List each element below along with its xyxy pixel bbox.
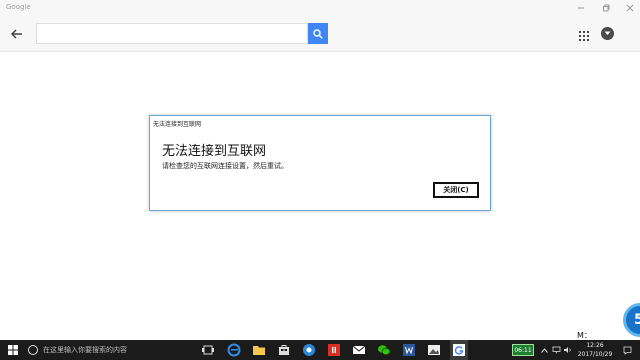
tray-volume[interactable] xyxy=(562,340,572,360)
wechat-icon xyxy=(378,345,391,356)
minimize-button[interactable] xyxy=(568,0,594,16)
dialog-message: 请检查您的互联网连接设置，然后重试。 xyxy=(162,162,288,170)
taskbar-edge[interactable] xyxy=(226,340,242,360)
app-red-icon xyxy=(328,344,340,356)
network-icon xyxy=(552,346,560,354)
taskbar-file-explorer[interactable] xyxy=(251,340,267,360)
apps-grid-icon xyxy=(579,31,589,41)
window-title: Google xyxy=(6,3,31,11)
taskbar-google-app[interactable] xyxy=(450,340,468,360)
taskbar-word[interactable] xyxy=(401,340,417,360)
photos-icon xyxy=(428,345,440,355)
app-circle-icon xyxy=(303,344,315,356)
tray-network[interactable] xyxy=(551,340,561,360)
start-button[interactable] xyxy=(6,340,20,360)
taskbar-store[interactable] xyxy=(276,340,292,360)
dialog-heading: 无法连接到互联网 xyxy=(162,144,267,159)
windows-logo-icon xyxy=(8,345,18,355)
floating-badge[interactable]: 5 xyxy=(623,303,640,337)
close-icon xyxy=(626,4,634,12)
tray-overflow-button[interactable] xyxy=(539,340,549,360)
close-dialog-button[interactable]: 关闭(C) xyxy=(433,182,479,198)
taskbar-photos[interactable] xyxy=(426,340,442,360)
chevron-up-icon xyxy=(540,347,548,353)
taskbar-search[interactable]: 在这里输入你要搜索的内容 xyxy=(22,340,192,360)
store-bag-icon xyxy=(279,345,289,355)
task-view-icon xyxy=(202,345,214,355)
search-input[interactable] xyxy=(36,23,308,44)
no-internet-dialog: 无法连接到互联网 无法连接到互联网 请检查您的互联网连接设置，然后重试。 关闭(… xyxy=(149,115,491,211)
taskbar: 在这里输入你要搜索的内容 06:11 12:26 2017/10/29 xyxy=(0,340,640,360)
action-center-button[interactable] xyxy=(620,340,634,360)
folder-icon xyxy=(253,346,265,355)
taskbar-mail[interactable] xyxy=(351,340,367,360)
taskbar-search-placeholder: 在这里输入你要搜索的内容 xyxy=(43,346,127,354)
title-bar: Google xyxy=(0,0,640,16)
dialog-title: 无法连接到互联网 xyxy=(153,121,202,128)
google-g-icon xyxy=(453,344,465,356)
word-icon xyxy=(403,344,415,356)
taskbar-app-red[interactable] xyxy=(326,340,342,360)
search-icon xyxy=(313,28,323,39)
restore-icon xyxy=(603,4,610,12)
clock-date: 2017/10/29 xyxy=(577,351,613,358)
task-view-button[interactable] xyxy=(200,340,216,360)
account-button[interactable] xyxy=(601,27,614,40)
taskbar-wechat[interactable] xyxy=(376,340,392,360)
taskbar-app-blue[interactable] xyxy=(301,340,317,360)
minimize-icon xyxy=(578,7,584,9)
cortana-icon xyxy=(28,345,38,355)
clock-time: 12:26 xyxy=(586,342,604,349)
close-window-button[interactable] xyxy=(617,0,640,16)
edge-icon xyxy=(227,343,241,357)
taskbar-clock[interactable]: 12:26 2017/10/29 xyxy=(574,341,616,359)
volume-icon xyxy=(563,347,571,353)
back-arrow-icon xyxy=(10,29,22,39)
app-toolbar xyxy=(0,16,640,52)
back-button[interactable] xyxy=(8,25,26,43)
apps-grid-button[interactable] xyxy=(578,27,590,41)
search-button[interactable] xyxy=(308,23,328,44)
mail-icon xyxy=(352,345,366,354)
tray-status-chip[interactable]: 06:11 xyxy=(512,344,534,356)
dropdown-arrow-icon xyxy=(604,31,611,35)
maximize-button[interactable] xyxy=(593,0,619,16)
notification-icon xyxy=(623,346,631,355)
